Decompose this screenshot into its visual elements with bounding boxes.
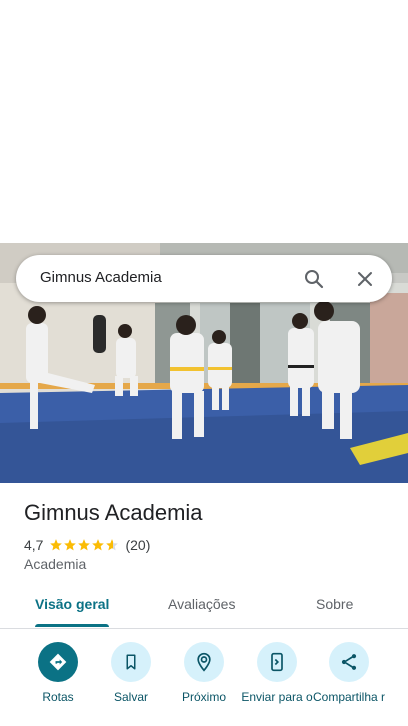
- star-icon: [50, 539, 63, 551]
- search-bar[interactable]: Gimnus Academia: [16, 255, 392, 302]
- blank-area: [0, 0, 408, 243]
- star-icon: [92, 539, 105, 551]
- rating-row[interactable]: 4,7 (20): [24, 536, 150, 554]
- star-icon: [78, 539, 91, 551]
- review-count[interactable]: (20): [125, 537, 150, 553]
- tab-reviews[interactable]: Avaliações: [168, 596, 235, 612]
- tab-about[interactable]: Sobre: [316, 596, 353, 612]
- place-title: Gimnus Academia: [24, 500, 203, 525]
- active-tab-indicator: [35, 624, 109, 627]
- tab-overview[interactable]: Visão geral: [35, 596, 109, 612]
- tab-bar: Visão geral Avaliações Sobre: [0, 585, 408, 629]
- action-bar: Rotas Salvar Próximo Enviar para o Compa…: [0, 640, 408, 726]
- send-to-phone-label: Enviar para o: [241, 690, 313, 704]
- rating-value: 4,7: [24, 537, 44, 553]
- nearby-label: Próximo: [181, 690, 226, 704]
- bookmark-icon: [126, 654, 136, 670]
- half-star-icon: [106, 539, 119, 551]
- share-button[interactable]: Compartilha r: [309, 640, 389, 704]
- nearby-button[interactable]: Próximo: [164, 640, 244, 704]
- save-label: Salvar: [113, 690, 148, 704]
- share-icon: [341, 654, 357, 670]
- search-input[interactable]: Gimnus Academia: [40, 269, 162, 286]
- close-icon[interactable]: [353, 267, 377, 291]
- star-icon: [64, 539, 77, 551]
- place-category: Academia: [24, 556, 87, 572]
- nearby-icon: [197, 652, 211, 672]
- save-button[interactable]: Salvar: [91, 640, 171, 704]
- star-rating: [49, 538, 119, 552]
- send-to-phone-icon: [271, 652, 283, 672]
- send-to-phone-button[interactable]: Enviar para o: [237, 640, 317, 704]
- directions-label: Rotas: [42, 690, 74, 704]
- directions-button[interactable]: Rotas: [18, 640, 98, 704]
- share-label: Compartilha r: [312, 690, 386, 704]
- search-icon[interactable]: [302, 267, 326, 291]
- directions-icon: [49, 653, 67, 671]
